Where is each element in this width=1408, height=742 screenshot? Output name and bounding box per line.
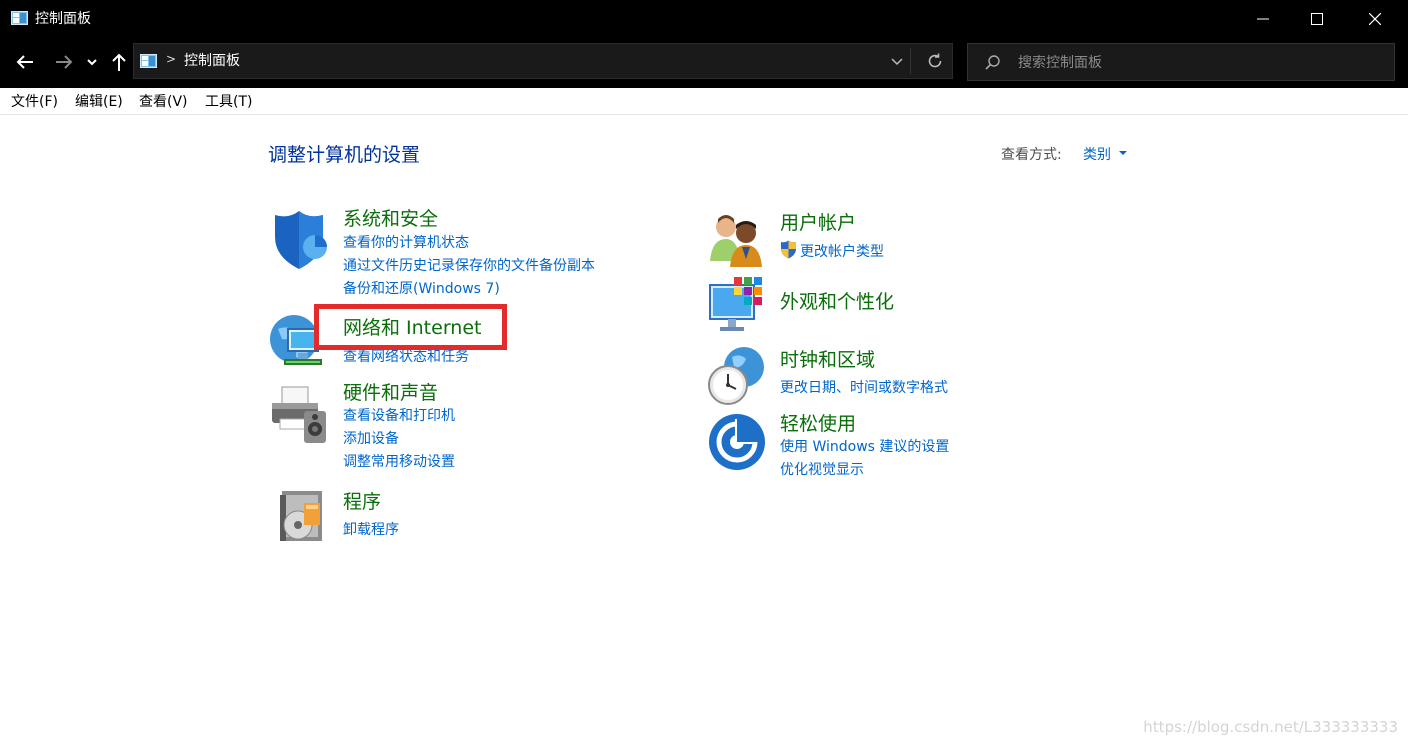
users-icon bbox=[710, 215, 762, 267]
search-input[interactable] bbox=[1016, 52, 1380, 74]
link-file-history-backup[interactable]: 通过文件历史记录保存你的文件备份副本 bbox=[343, 255, 595, 275]
search-box[interactable] bbox=[967, 43, 1395, 81]
link-optimize-visual-display[interactable]: 优化视觉显示 bbox=[780, 459, 864, 479]
monitor-palette-icon bbox=[709, 277, 762, 331]
link-add-device[interactable]: 添加设备 bbox=[343, 428, 399, 448]
menu-bar: 文件(F) 编辑(E) 查看(V) 工具(T) bbox=[0, 90, 1408, 115]
breadcrumb-separator[interactable]: > bbox=[166, 52, 176, 66]
view-by-label: 查看方式: bbox=[1001, 147, 1062, 163]
link-windows-recommended-settings[interactable]: 使用 Windows 建议的设置 bbox=[780, 436, 949, 456]
main-content: 调整计算机的设置 查看方式: 类别 系统和安全 查看你的计算机状态 通过文件历史… bbox=[0, 115, 1408, 742]
menu-view[interactable]: 查看(V) bbox=[139, 94, 188, 110]
chevron-down-icon[interactable] bbox=[890, 55, 904, 69]
category-hardware-sound[interactable]: 硬件和声音 bbox=[343, 378, 438, 405]
forward-button[interactable] bbox=[52, 50, 76, 74]
divider bbox=[910, 48, 911, 74]
back-button[interactable] bbox=[13, 50, 37, 74]
recent-locations-button[interactable] bbox=[84, 50, 100, 74]
arrow-right-icon bbox=[56, 55, 73, 69]
menu-file[interactable]: 文件(F) bbox=[11, 94, 58, 110]
clock-globe-icon bbox=[708, 347, 764, 405]
category-user-accounts[interactable]: 用户帐户 bbox=[780, 208, 856, 235]
control-panel-icon bbox=[11, 11, 28, 25]
refresh-icon[interactable] bbox=[926, 52, 944, 70]
printer-icon bbox=[272, 386, 326, 443]
arrow-up-icon bbox=[112, 53, 126, 71]
minimize-icon bbox=[1257, 18, 1269, 20]
caret-down-icon[interactable] bbox=[1119, 151, 1127, 155]
page-title: 调整计算机的设置 bbox=[268, 144, 421, 166]
link-mobility-settings[interactable]: 调整常用移动设置 bbox=[343, 451, 455, 471]
category-ease-of-access[interactable]: 轻松使用 bbox=[780, 409, 856, 436]
close-icon bbox=[1369, 13, 1381, 25]
search-icon bbox=[985, 55, 1000, 70]
link-devices-printers[interactable]: 查看设备和打印机 bbox=[343, 405, 455, 425]
link-uninstall-program[interactable]: 卸载程序 bbox=[343, 519, 399, 539]
chevron-down-icon bbox=[87, 59, 97, 66]
category-programs[interactable]: 程序 bbox=[343, 487, 381, 514]
maximize-icon bbox=[1311, 13, 1323, 25]
uac-shield-icon bbox=[781, 240, 796, 259]
programs-disc-icon bbox=[280, 491, 322, 541]
address-bar[interactable]: > 控制面板 bbox=[133, 43, 953, 79]
maximize-button[interactable] bbox=[1290, 0, 1344, 38]
view-by-dropdown[interactable]: 类别 bbox=[1083, 144, 1111, 164]
annotation-highlight-box bbox=[314, 304, 507, 350]
menu-edit[interactable]: 编辑(E) bbox=[75, 94, 123, 110]
close-button[interactable] bbox=[1348, 0, 1402, 38]
window-title: 控制面板 bbox=[35, 11, 91, 27]
up-button[interactable] bbox=[107, 50, 131, 74]
category-appearance-personalization[interactable]: 外观和个性化 bbox=[780, 287, 894, 314]
menu-tools[interactable]: 工具(T) bbox=[205, 94, 252, 110]
arrow-left-icon bbox=[16, 55, 33, 69]
control-panel-icon bbox=[140, 54, 157, 68]
category-clock-region[interactable]: 时钟和区域 bbox=[780, 345, 875, 372]
link-change-date-time-format[interactable]: 更改日期、时间或数字格式 bbox=[780, 377, 948, 397]
title-bar: 控制面板 bbox=[0, 0, 1408, 38]
navigation-bar: > 控制面板 bbox=[0, 38, 1408, 88]
link-view-computer-status[interactable]: 查看你的计算机状态 bbox=[343, 232, 469, 252]
breadcrumb-control-panel[interactable]: 控制面板 bbox=[184, 52, 240, 70]
shield-icon bbox=[275, 211, 327, 269]
link-backup-restore[interactable]: 备份和还原(Windows 7) bbox=[343, 278, 500, 298]
watermark: https://blog.csdn.net/L333333333 bbox=[1143, 718, 1398, 736]
category-system-security[interactable]: 系统和安全 bbox=[343, 204, 438, 231]
link-change-account-type[interactable]: 更改帐户类型 bbox=[800, 241, 884, 261]
ease-of-access-icon bbox=[709, 414, 765, 470]
minimize-button[interactable] bbox=[1236, 0, 1290, 38]
